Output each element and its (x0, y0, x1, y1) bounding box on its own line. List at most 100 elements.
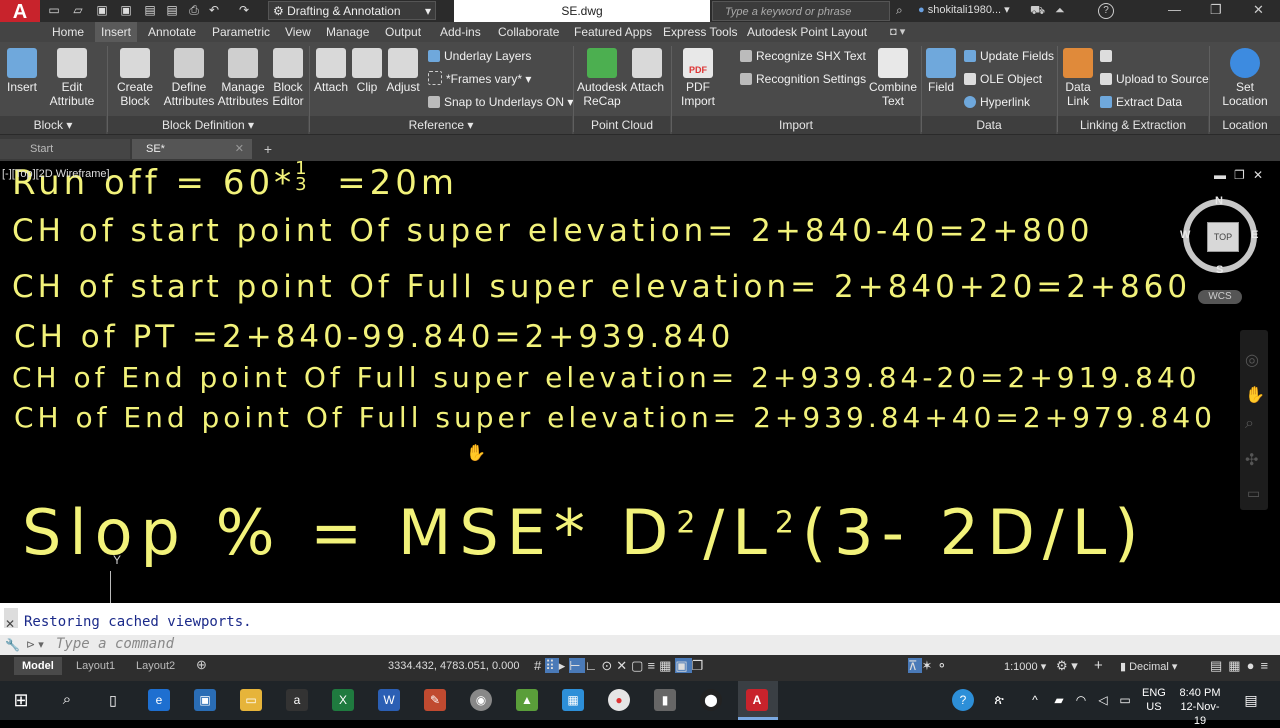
pen-app-icon[interactable]: ✎ (424, 689, 446, 711)
combine-text-button[interactable]: Combine Text (868, 44, 918, 108)
save-as-icon[interactable]: ▣ (118, 3, 134, 18)
polar-icon[interactable]: ⊢ (569, 658, 585, 673)
adjust-button[interactable]: Adjust (384, 44, 422, 94)
undo-icon[interactable]: ↶ (206, 3, 222, 18)
disc-app-icon[interactable]: ◉ (470, 689, 492, 711)
drafting-toggles[interactable]: #⠿▸⊢∟⊙✕▢≡▦▣❐ (534, 658, 707, 674)
file-explorer-icon[interactable]: ▭ (240, 689, 262, 711)
plot-icon[interactable]: ⎙ (186, 3, 202, 18)
chevron-up-icon[interactable]: ^ (1024, 689, 1046, 711)
define-attributes-button[interactable]: Define Attributes (162, 44, 216, 108)
new-layout-icon[interactable]: ⊕ (196, 657, 207, 673)
isolate-objects-icon[interactable]: ● (1247, 658, 1261, 673)
ribbon-toggle-icon[interactable]: ◘ ▾ (890, 25, 905, 38)
isodraft-icon[interactable]: ∟ (585, 658, 602, 673)
people-icon[interactable]: ጵ (988, 689, 1010, 711)
annotation-scale-icon[interactable]: ⚬ (936, 658, 951, 673)
upload-to-source-button[interactable]: Upload to Source (1100, 70, 1209, 88)
recognition-settings-button[interactable]: Recognition Settings (740, 70, 866, 88)
excel-icon[interactable]: X (332, 689, 354, 711)
redo-icon[interactable]: ↷ (236, 3, 252, 18)
viewcube-south[interactable]: S (1216, 264, 1223, 276)
pdf-import-button[interactable]: PDF PDF Import (676, 44, 720, 108)
annotation-visibility-icon[interactable]: ⊼ (908, 658, 922, 673)
new-file-icon[interactable]: ▭ (46, 3, 62, 18)
viewcube-north[interactable]: N (1215, 195, 1223, 207)
annotation-autoscale-icon[interactable]: ✶ (922, 658, 937, 673)
close-command-icon[interactable]: ✕ (5, 617, 15, 631)
grid-icon[interactable]: # (534, 658, 545, 673)
snap-underlays-dropdown[interactable]: Snap to Underlays ON ▾ (428, 93, 573, 111)
steering-wheel-icon[interactable]: ◎ (1245, 350, 1259, 370)
viewport-close-icon[interactable]: ✕ (1253, 168, 1263, 182)
open-file-icon[interactable]: ▱ (70, 3, 86, 18)
chrome-icon[interactable]: ● (608, 689, 630, 711)
panel-reference[interactable]: Reference ▾ (310, 116, 572, 134)
restore-icon[interactable]: ❐ (1210, 2, 1222, 18)
workspace-selector[interactable]: ⚙ Drafting & Annotation ▾ (268, 1, 436, 20)
orbit-icon[interactable]: ✣ (1245, 450, 1258, 470)
tab-featured-apps[interactable]: Featured Apps (574, 22, 652, 42)
osnap-tracking-icon[interactable]: ⊙ (601, 658, 616, 673)
usb-app-icon[interactable]: ▮ (654, 689, 676, 711)
tab-annotate[interactable]: Annotate (148, 22, 196, 42)
green-app-icon[interactable]: ▲ (516, 689, 538, 711)
lock-ui-icon[interactable]: ▦ (1228, 658, 1246, 673)
minimize-icon[interactable]: — (1168, 2, 1181, 17)
location-app-icon[interactable]: ⬤ (700, 689, 722, 711)
underlay-layers-button[interactable]: Underlay Layers (428, 47, 531, 65)
search-input[interactable]: Type a keyword or phrase (712, 1, 890, 21)
ole-object-button[interactable]: OLE Object (964, 70, 1042, 88)
set-location-button[interactable]: Set Location (1214, 44, 1276, 108)
close-tab-icon[interactable]: ✕ (235, 139, 244, 159)
store-icon[interactable]: ▣ (194, 689, 216, 711)
tab-express-tools[interactable]: Express Tools (663, 22, 737, 42)
binoculars-icon[interactable]: ⌕ (896, 3, 903, 18)
insert-button[interactable]: Insert (2, 44, 42, 94)
selection-filter-icon[interactable]: ▣ (675, 658, 692, 673)
annotation-tools[interactable]: ⊼✶⚬ (908, 658, 951, 674)
new-tab-icon[interactable]: + (258, 140, 278, 158)
viewcube-east[interactable]: E (1251, 229, 1258, 241)
field-button[interactable]: Field (924, 44, 958, 94)
point-cloud-attach-button[interactable]: Attach (628, 44, 666, 94)
doc-tab-se[interactable]: SE* ✕ (132, 139, 252, 159)
lineweight-icon[interactable]: ≡ (647, 658, 659, 673)
amazon-icon[interactable]: a (286, 689, 308, 711)
clip-button[interactable]: Clip (352, 44, 382, 94)
viewcube-west[interactable]: W (1180, 229, 1190, 241)
customization-icon[interactable]: ≡ (1260, 658, 1274, 673)
update-fields-button[interactable]: Update Fields (964, 47, 1054, 65)
tab-home[interactable]: Home (52, 22, 84, 42)
clock[interactable]: 8:40 PM 12-Nov-19 (1176, 686, 1224, 728)
snap-grid-icon[interactable]: ⠿ (545, 658, 559, 673)
annotation-monitor-icon[interactable]: + (1094, 657, 1103, 674)
coordinates-readout[interactable]: 3334.432, 4783.051, 0.000 (388, 660, 520, 672)
hyperlink-button[interactable]: Hyperlink (964, 93, 1030, 111)
wcs-menu[interactable]: WCS (1198, 290, 1242, 304)
edge-icon[interactable]: e (148, 689, 170, 711)
attach-button[interactable]: Attach (312, 44, 350, 94)
units-dropdown[interactable]: ▮ Decimal ▾ (1120, 660, 1177, 673)
viewport-restore-icon[interactable]: ❐ (1234, 168, 1245, 182)
manage-attributes-button[interactable]: Manage Attributes (216, 44, 270, 108)
volume-icon[interactable]: ◁ (1092, 689, 1114, 711)
panel-block-definition[interactable]: Block Definition ▾ (108, 116, 308, 134)
save-icon[interactable]: ▣ (94, 3, 110, 18)
quick-properties-icon[interactable]: ▤ (1210, 658, 1228, 673)
zoom-extents-icon[interactable]: ⌕ (1245, 415, 1254, 433)
frames-vary-dropdown[interactable]: *Frames vary* ▾ (428, 70, 531, 88)
pan-icon[interactable]: ✋ (1245, 385, 1265, 405)
create-block-button[interactable]: Create Block (112, 44, 158, 108)
language-indicator[interactable]: ENG US (1142, 686, 1166, 714)
viewport-controls[interactable]: [-][Top][2D Wireframe] (2, 168, 110, 180)
autodesk-recap-button[interactable]: Autodesk ReCap (576, 44, 628, 108)
tab-output[interactable]: Output (385, 22, 421, 42)
a360-icon[interactable]: ⏶ (1055, 3, 1065, 18)
blue-app-icon[interactable]: ▦ (562, 689, 584, 711)
extract-data-button[interactable]: Extract Data (1100, 93, 1182, 111)
viewport-minimize-icon[interactable]: ▬ (1214, 168, 1226, 182)
tab-view[interactable]: View (285, 22, 311, 42)
status-right-icons[interactable]: ▤▦●≡ (1210, 658, 1274, 674)
data-link-button[interactable]: Data Link (1060, 44, 1096, 108)
